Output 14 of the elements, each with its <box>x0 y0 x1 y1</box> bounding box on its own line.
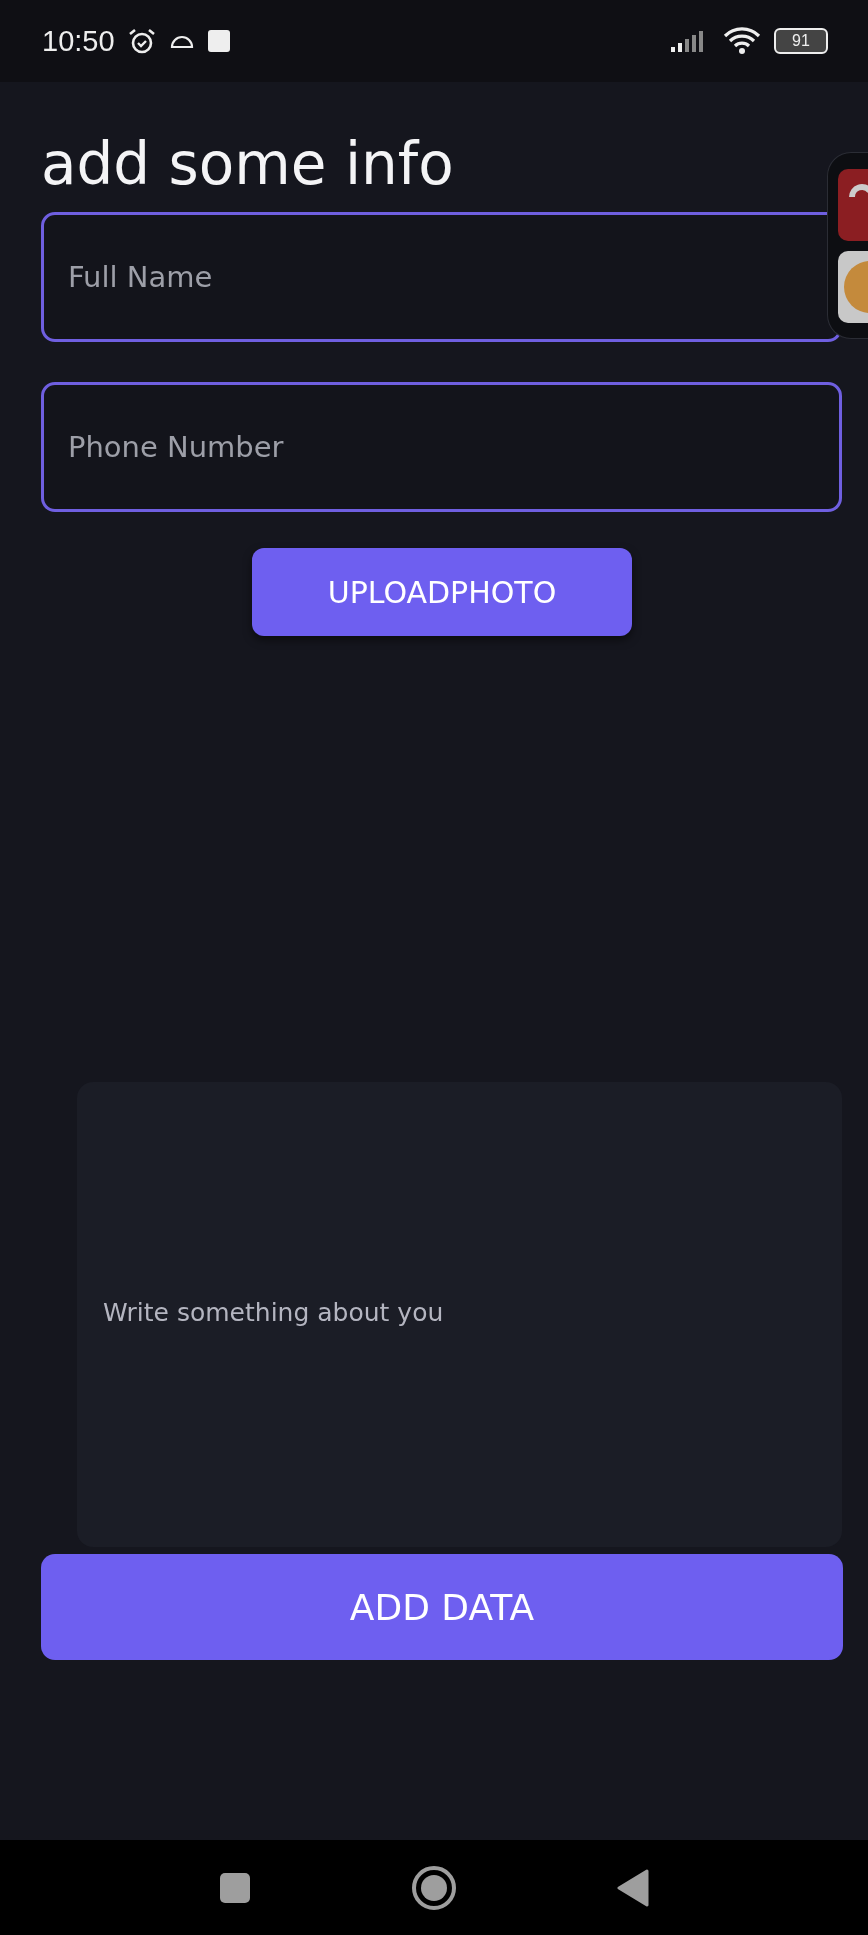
about-field[interactable]: Write something about you <box>77 1082 842 1547</box>
input-field[interactable]: Full Name <box>41 212 842 342</box>
upload-photo-button[interactable]: UPLOADPHOTO <box>252 548 632 636</box>
home-icon[interactable] <box>411 1864 457 1911</box>
square-icon <box>206 29 231 53</box>
add-data-button[interactable]: ADD DATA <box>41 1554 843 1660</box>
app-icon[interactable] <box>838 168 868 241</box>
status-time: 10:50 <box>42 24 115 58</box>
wifi-icon <box>722 26 762 56</box>
back-icon[interactable] <box>617 1868 649 1907</box>
recents-icon[interactable] <box>219 1871 251 1904</box>
page-title: add some info <box>41 130 455 198</box>
battery-icon: 91 <box>774 28 828 54</box>
input-field[interactable]: Phone Number <box>41 382 842 512</box>
